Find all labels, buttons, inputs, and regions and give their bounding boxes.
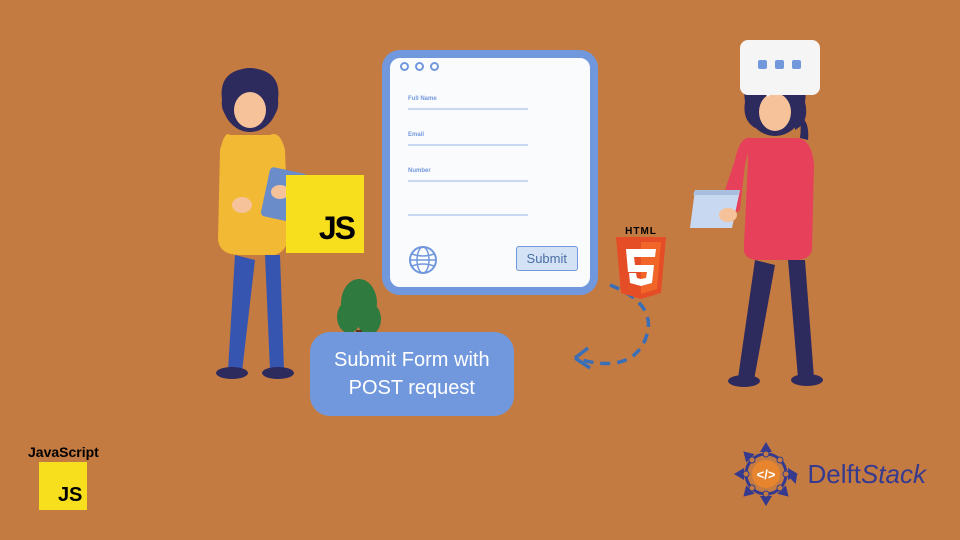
delftstack-text: DelftStack [808, 459, 927, 490]
field-label-email: Email [408, 132, 424, 138]
field-label-number: Number [408, 168, 431, 174]
caption-line2: POST request [349, 377, 475, 399]
js-corner-badge: JS [58, 484, 82, 507]
delftstack-logo: </> DelftStack [730, 438, 927, 510]
field-line [408, 144, 528, 146]
caption-line1: Submit Form with [334, 349, 490, 371]
field-line [408, 180, 528, 182]
html5-logo: HTML [612, 226, 670, 304]
html5-text: HTML [612, 226, 670, 237]
delftstack-emblem: </> [730, 438, 802, 510]
globe-icon [408, 245, 438, 275]
caption-box: Submit Form with POST request [310, 332, 514, 416]
window-controls [400, 62, 439, 71]
js-corner-label: JavaScript [28, 444, 99, 460]
person-right-illustration [690, 60, 840, 390]
js-logo-text: JS [319, 210, 354, 247]
browser-form-window: Full Name Email Number Submit [382, 50, 598, 295]
speech-bubble [740, 40, 820, 95]
field-line [408, 108, 528, 110]
svg-text:</>: </> [756, 467, 775, 482]
field-line [408, 214, 528, 216]
submit-button[interactable]: Submit [516, 246, 578, 271]
js-logo: JS [286, 175, 364, 253]
field-label-fullname: Full Name [408, 96, 437, 102]
javascript-corner-logo: JavaScript JS [28, 444, 99, 510]
